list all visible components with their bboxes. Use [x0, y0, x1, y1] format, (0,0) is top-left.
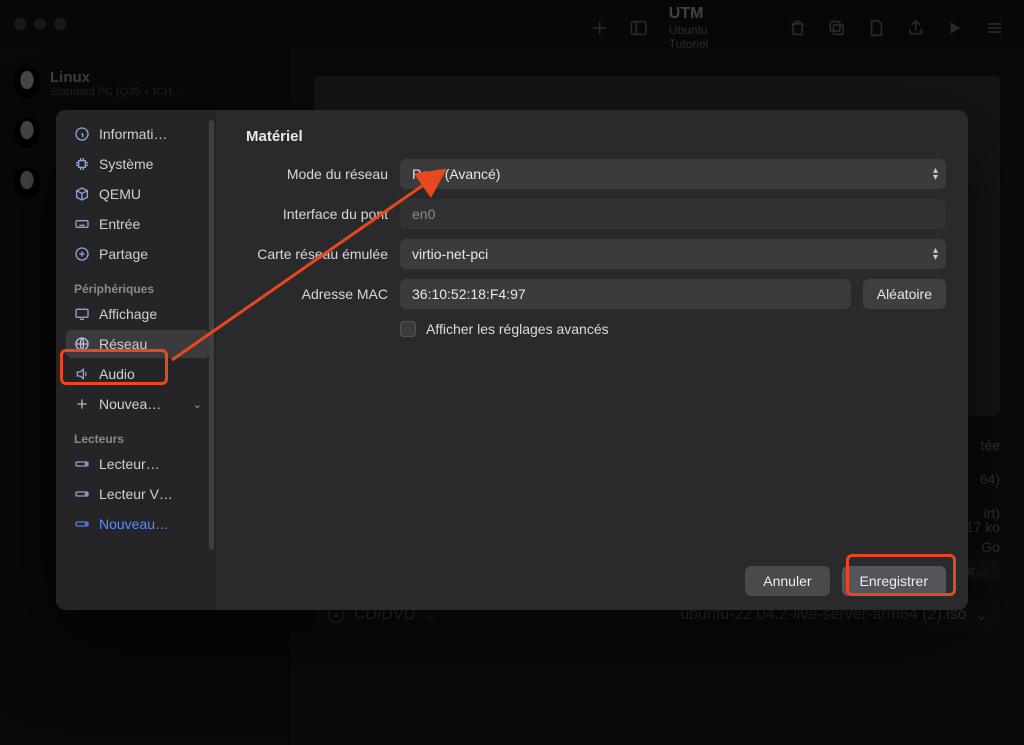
sidebar-item-input[interactable]: Entrée	[66, 210, 210, 238]
sidebar-item-information[interactable]: Informati…	[66, 120, 210, 148]
display-icon	[74, 306, 90, 322]
settings-content: Matériel Mode du réseau Pont (Avancé) ▴▾…	[216, 110, 968, 610]
drive-icon	[74, 486, 90, 502]
section-title: Matériel	[246, 128, 946, 145]
settings-sidebar: Informati… Système QEMU Entrée Partage P…	[56, 110, 216, 610]
plus-icon	[74, 396, 90, 412]
sliders-icon	[985, 18, 1004, 38]
info-icon	[74, 126, 90, 142]
speaker-icon	[74, 366, 90, 382]
sidebar-item-drive-1[interactable]: Lecteur…	[66, 450, 210, 478]
bridge-interface-label: Interface du pont	[238, 206, 388, 222]
sidebar-item-label: Informati…	[99, 126, 167, 142]
play-icon	[945, 18, 964, 38]
advanced-checkbox[interactable]	[400, 321, 416, 337]
emulated-card-select[interactable]: virtio-net-pci ▴▾	[400, 239, 946, 269]
emulated-card-label: Carte réseau émulée	[238, 246, 388, 262]
mac-address-input[interactable]: 36:10:52:18:F4:97	[400, 279, 851, 309]
window-subtitle: Ubuntu Tutoriel	[669, 23, 748, 51]
drive-icon	[74, 456, 90, 472]
traffic-lights	[14, 18, 66, 30]
input-value: en0	[412, 206, 435, 222]
chevron-down-icon: ⌄	[193, 398, 202, 411]
settings-sheet: Informati… Système QEMU Entrée Partage P…	[56, 110, 968, 610]
mac-address-label: Adresse MAC	[238, 286, 388, 302]
share-icon	[74, 246, 90, 262]
sidebar-group-drives: Lecteurs	[66, 420, 210, 450]
sidebar-item-label: Système	[99, 156, 153, 172]
sidebar-group-peripherals: Périphériques	[66, 270, 210, 300]
sidebar-item-drive-2[interactable]: Lecteur V…	[66, 480, 210, 508]
sidebar-item-network[interactable]: Réseau	[66, 330, 210, 358]
sidebar-item-label: QEMU	[99, 186, 141, 202]
advanced-label: Afficher les réglages avancés	[426, 321, 609, 337]
sidebar-item-label: Audio	[99, 366, 135, 382]
sidebar-item-label: Nouveau…	[99, 516, 169, 532]
sidebar-item-audio[interactable]: Audio	[66, 360, 210, 388]
trash-icon	[788, 18, 807, 38]
sidebar-item-drive-new[interactable]: Nouveau…	[66, 510, 210, 538]
drive-icon	[74, 516, 90, 532]
sidebar-item-label: Affichage	[99, 306, 157, 322]
updown-icon: ▴▾	[933, 247, 938, 261]
duplicate-icon	[827, 18, 846, 38]
sidebar-item-label: Entrée	[99, 216, 140, 232]
save-button[interactable]: Enregistrer	[842, 566, 946, 596]
keyboard-icon	[74, 216, 90, 232]
chip-icon	[74, 156, 90, 172]
cancel-button[interactable]: Annuler	[745, 566, 829, 596]
doc-icon	[866, 18, 885, 38]
sidebar-item-sharing[interactable]: Partage	[66, 240, 210, 268]
network-mode-label: Mode du réseau	[238, 166, 388, 182]
mac-random-button[interactable]: Aléatoire	[863, 279, 946, 309]
select-value: virtio-net-pci	[412, 246, 488, 262]
tux-icon	[14, 118, 40, 148]
cube-icon	[74, 186, 90, 202]
bridge-interface-input[interactable]: en0	[400, 199, 946, 229]
globe-icon	[74, 336, 90, 352]
tux-icon	[14, 168, 40, 198]
share-icon	[906, 18, 925, 38]
tux-icon	[14, 68, 40, 98]
sidebar-item-system[interactable]: Système	[66, 150, 210, 178]
sidebar-item-label: Lecteur…	[99, 456, 160, 472]
sidebar-item-label: Nouvea…	[99, 396, 161, 412]
vm-name: Linux	[50, 69, 183, 86]
plus-icon	[590, 18, 609, 38]
sidebar-item-label: Lecteur V…	[99, 486, 173, 502]
sidebar-item-label: Partage	[99, 246, 148, 262]
scrollbar[interactable]	[209, 120, 214, 550]
select-value: Pont (Avancé)	[412, 166, 500, 182]
sidebar-icon	[629, 18, 648, 38]
vm-subtitle: Standard PC (Q35 + ICH…	[50, 86, 183, 98]
sidebar-item-label: Réseau	[99, 336, 147, 352]
window-title: UTM	[669, 5, 748, 23]
input-value: 36:10:52:18:F4:97	[412, 286, 526, 302]
sidebar-item-display[interactable]: Affichage	[66, 300, 210, 328]
network-mode-select[interactable]: Pont (Avancé) ▴▾	[400, 159, 946, 189]
sidebar-item-new-peripheral[interactable]: Nouvea… ⌄	[66, 390, 210, 418]
sidebar-item-qemu[interactable]: QEMU	[66, 180, 210, 208]
updown-icon: ▴▾	[933, 167, 938, 181]
